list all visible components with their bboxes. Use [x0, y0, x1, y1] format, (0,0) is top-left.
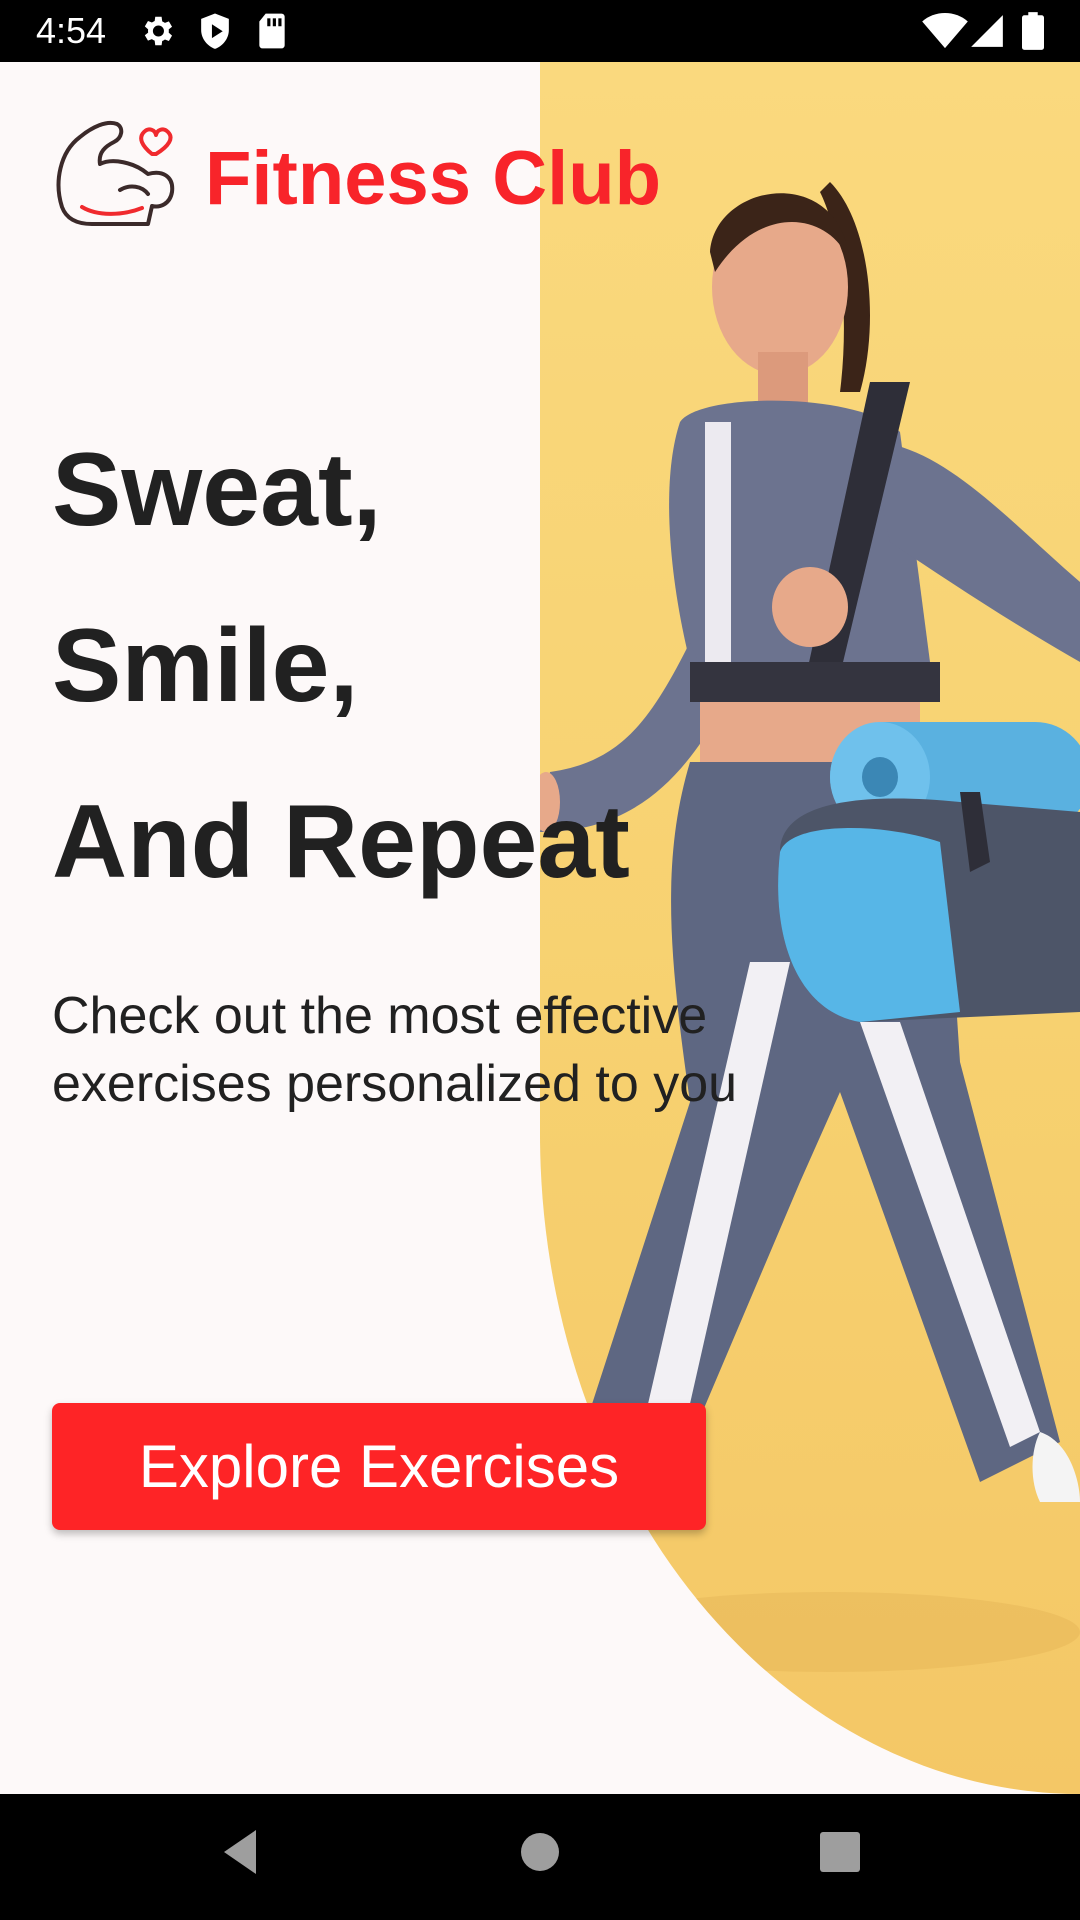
signal-icon: [971, 15, 1003, 47]
back-triangle-icon[interactable]: [216, 1822, 264, 1882]
explore-exercises-label: Explore Exercises: [138, 1432, 620, 1500]
brand-title: Fitness Club: [205, 136, 662, 221]
shield-play-icon: [201, 13, 229, 49]
headline-line-2: Smile,: [52, 608, 359, 724]
subtitle-line-2: exercises personalized to you: [52, 1055, 738, 1113]
subtitle: Check out the most effective exercises p…: [52, 982, 952, 1118]
gear-icon: [144, 16, 173, 46]
woman-with-gym-bag-illustration: [540, 182, 1080, 1672]
sd-card-icon: [259, 13, 285, 49]
headline-line-1: Sweat,: [52, 432, 382, 548]
explore-exercises-button[interactable]: Explore Exercises: [52, 1403, 706, 1530]
home-circle-icon[interactable]: [516, 1822, 564, 1882]
subtitle-line-1: Check out the most effective: [52, 987, 708, 1045]
recents-square-icon[interactable]: [816, 1822, 864, 1882]
hero-photo: [540, 62, 1080, 1794]
status-bar: 4:54: [0, 0, 1080, 62]
wifi-icon: [922, 12, 968, 49]
battery-icon: [1022, 12, 1044, 50]
system-nav-bar: [0, 1794, 1080, 1920]
flexed-arm-heart-icon: [56, 120, 175, 226]
headline-line-3: And Repeat: [52, 784, 630, 900]
status-time: 4:54: [36, 10, 107, 51]
